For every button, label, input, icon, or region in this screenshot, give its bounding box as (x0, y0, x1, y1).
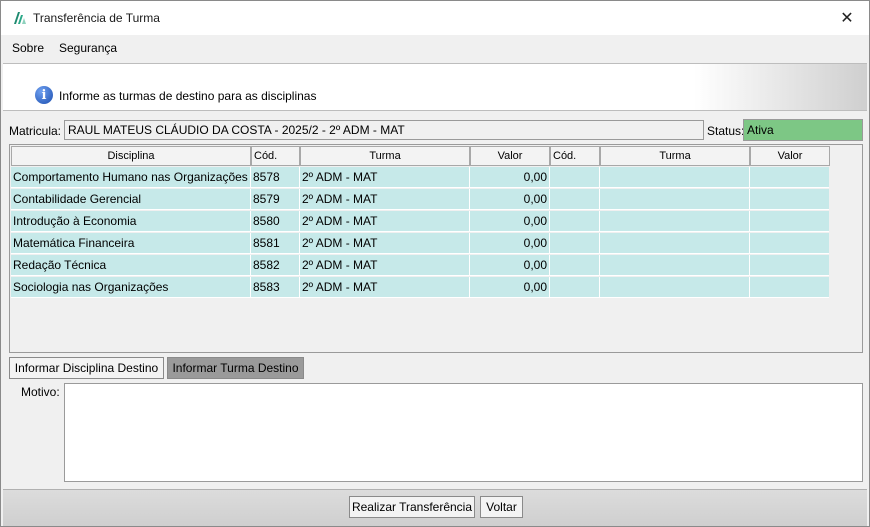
col-header-cod-destino[interactable]: Cód. (550, 146, 600, 166)
cell-cod: 8583 (251, 277, 300, 298)
close-button[interactable]: ✕ (825, 1, 869, 35)
cell-valor: 0,00 (470, 189, 550, 210)
status-field: Ativa (743, 119, 863, 141)
cell-turma: 2º ADM - MAT (300, 277, 470, 298)
cell-turma: 2º ADM - MAT (300, 255, 470, 276)
transfer-window: Transferência de Turma ✕ Sobre Segurança… (0, 0, 870, 527)
cell-cod-destino (550, 255, 600, 276)
table-row[interactable]: Sociologia nas Organizações 8583 2º ADM … (11, 277, 829, 298)
cell-turma-destino (600, 167, 750, 188)
app-logo-icon (14, 12, 26, 24)
informar-disciplina-destino-button[interactable]: Informar Disciplina Destino (9, 357, 164, 379)
cell-valor-destino (750, 255, 829, 276)
menu-bar: Sobre Segurança (1, 35, 869, 61)
cell-valor: 0,00 (470, 233, 550, 254)
table-row[interactable]: Matemática Financeira 8581 2º ADM - MAT … (11, 233, 829, 254)
cell-turma-destino (600, 189, 750, 210)
cell-turma: 2º ADM - MAT (300, 233, 470, 254)
cell-valor-destino (750, 233, 829, 254)
col-header-valor[interactable]: Valor (470, 146, 550, 166)
menu-seguranca[interactable]: Segurança (59, 41, 117, 55)
cell-disciplina: Introdução à Economia (11, 211, 251, 232)
window-title: Transferência de Turma (33, 11, 160, 25)
table-row[interactable]: Introdução à Economia 8580 2º ADM - MAT … (11, 211, 829, 232)
banner-text: Informe as turmas de destino para as dis… (59, 89, 317, 103)
cell-cod-destino (550, 167, 600, 188)
cell-turma: 2º ADM - MAT (300, 167, 470, 188)
info-icon: i (35, 86, 53, 104)
cell-valor: 0,00 (470, 211, 550, 232)
close-icon: ✕ (840, 10, 854, 27)
cell-valor: 0,00 (470, 167, 550, 188)
matricula-field[interactable]: RAUL MATEUS CLÁUDIO DA COSTA - 2025/2 - … (64, 120, 704, 140)
table-row[interactable]: Redação Técnica 8582 2º ADM - MAT 0,00 (11, 255, 829, 276)
cell-turma-destino (600, 255, 750, 276)
col-header-cod[interactable]: Cód. (251, 146, 300, 166)
cell-valor-destino (750, 167, 829, 188)
cell-cod-destino (550, 233, 600, 254)
voltar-button[interactable]: Voltar (480, 496, 523, 518)
cell-turma-destino (600, 211, 750, 232)
disciplinas-grid[interactable]: Disciplina Cód. Turma Valor Cód. Turma V… (9, 144, 863, 353)
cell-cod-destino (550, 211, 600, 232)
cell-cod-destino (550, 189, 600, 210)
cell-disciplina: Sociologia nas Organizações (11, 277, 251, 298)
cell-cod: 8582 (251, 255, 300, 276)
cell-turma-destino (600, 233, 750, 254)
cell-cod: 8578 (251, 167, 300, 188)
cell-valor: 0,00 (470, 277, 550, 298)
cell-valor-destino (750, 189, 829, 210)
col-header-turma-destino[interactable]: Turma (600, 146, 750, 166)
cell-turma: 2º ADM - MAT (300, 189, 470, 210)
menu-sobre[interactable]: Sobre (12, 41, 44, 55)
table-row[interactable]: Contabilidade Gerencial 8579 2º ADM - MA… (11, 189, 829, 210)
realizar-transferencia-button[interactable]: Realizar Transferência (349, 496, 475, 518)
col-header-valor-destino[interactable]: Valor (750, 146, 830, 166)
cell-cod: 8579 (251, 189, 300, 210)
cell-disciplina: Contabilidade Gerencial (11, 189, 251, 210)
cell-valor-destino (750, 277, 829, 298)
col-header-disciplina[interactable]: Disciplina (11, 146, 251, 166)
informar-turma-destino-button[interactable]: Informar Turma Destino (167, 357, 304, 379)
cell-valor-destino (750, 211, 829, 232)
cell-valor: 0,00 (470, 255, 550, 276)
cell-cod: 8580 (251, 211, 300, 232)
motivo-label: Motivo: (21, 385, 60, 399)
footer-bar: Realizar Transferência Voltar (3, 489, 867, 526)
cell-disciplina: Redação Técnica (11, 255, 251, 276)
status-label: Status: (707, 124, 745, 138)
cell-disciplina: Comportamento Humano nas Organizações (11, 167, 251, 188)
cell-cod-destino (550, 277, 600, 298)
cell-turma-destino (600, 277, 750, 298)
info-banner: i Informe as turmas de destino para as d… (3, 63, 867, 111)
table-row[interactable]: Comportamento Humano nas Organizações 85… (11, 167, 829, 188)
cell-turma: 2º ADM - MAT (300, 211, 470, 232)
cell-cod: 8581 (251, 233, 300, 254)
col-header-turma[interactable]: Turma (300, 146, 470, 166)
title-bar: Transferência de Turma ✕ (1, 1, 869, 35)
motivo-textarea[interactable] (64, 383, 863, 482)
matricula-label: Matricula: (9, 124, 62, 138)
cell-disciplina: Matemática Financeira (11, 233, 251, 254)
